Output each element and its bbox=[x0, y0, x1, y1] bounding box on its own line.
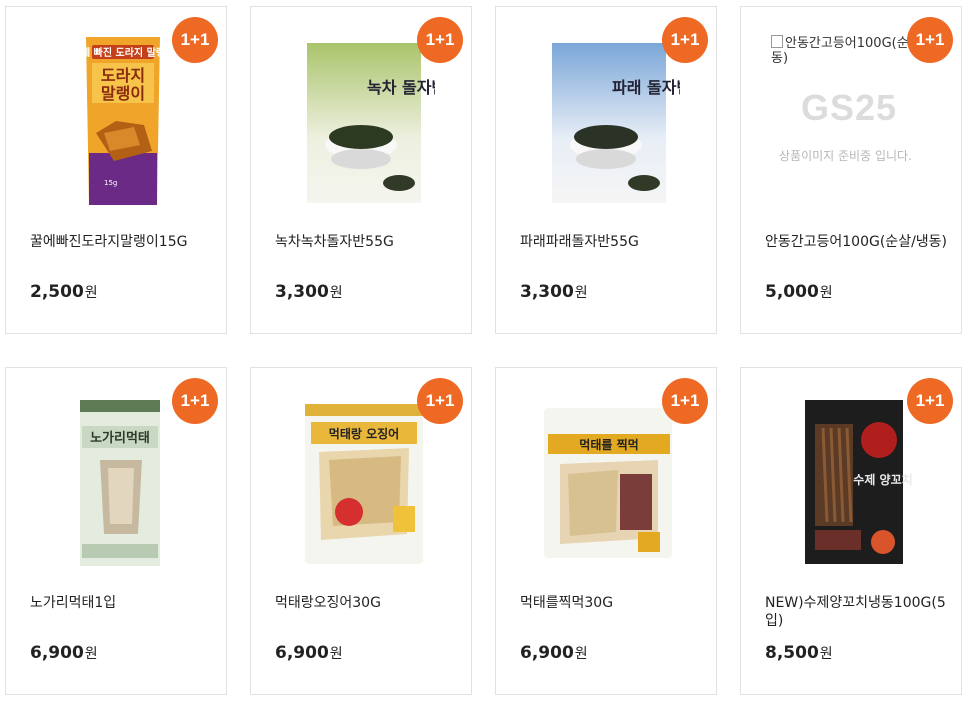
product-price: 3,300원 bbox=[275, 282, 343, 302]
price-unit: 원 bbox=[574, 646, 588, 662]
promo-badge: 1+1 bbox=[662, 378, 708, 424]
product-image[interactable]: 수제 양꼬치 bbox=[779, 394, 925, 566]
product-name[interactable]: 녹차녹차돌자반55G bbox=[275, 233, 457, 251]
product-price: 2,500원 bbox=[30, 282, 98, 302]
gs25-logo: GS25 bbox=[801, 87, 898, 128]
image-placeholder-text: 상품이미지 준비중 입니다. bbox=[779, 149, 912, 163]
pack-text: 먹태를 찍먹 bbox=[579, 437, 638, 452]
price-value: 6,900 bbox=[520, 643, 574, 663]
broken-image-icon bbox=[771, 35, 783, 48]
pack-text: 파래 돌자반 bbox=[612, 78, 680, 97]
price-unit: 원 bbox=[84, 285, 98, 301]
price-value: 6,900 bbox=[30, 643, 84, 663]
promo-badge: 1+1 bbox=[417, 17, 463, 63]
price-value: 5,000 bbox=[765, 282, 819, 302]
product-image[interactable]: 노가리먹태 bbox=[44, 394, 190, 566]
product-image[interactable]: 파래 돌자반 bbox=[534, 33, 680, 205]
pack-text: 수제 양꼬치 bbox=[853, 472, 912, 487]
product-name[interactable]: 먹태랑오징어30G bbox=[275, 594, 457, 612]
pack-text: 꿀에 빠진 도라지 말랭이 bbox=[72, 46, 174, 59]
product-price: 6,900원 bbox=[30, 643, 98, 663]
price-value: 8,500 bbox=[765, 643, 819, 663]
price-unit: 원 bbox=[574, 285, 588, 301]
product-name[interactable]: 노가리먹태1입 bbox=[30, 594, 212, 612]
product-card[interactable]: 먹태를 찍먹 1+1 먹태를찍먹30G 6,900원 bbox=[495, 367, 717, 695]
product-card[interactable]: 수제 양꼬치 1+1 NEW)수제양꼬치냉동100G(5입) 8,500원 bbox=[740, 367, 962, 695]
product-name[interactable]: 꿀에빠진도라지말랭이15G bbox=[30, 233, 212, 251]
promo-badge: 1+1 bbox=[907, 378, 953, 424]
product-card[interactable]: 파래 돌자반 1+1 파래파래돌자반55G 3,300원 bbox=[495, 6, 717, 334]
product-name[interactable]: 먹태를찍먹30G bbox=[520, 594, 702, 612]
product-card[interactable]: 먹태랑 오징어 1+1 먹태랑오징어30G 6,900원 bbox=[250, 367, 472, 695]
promo-badge: 1+1 bbox=[907, 17, 953, 63]
product-price: 6,900원 bbox=[275, 643, 343, 663]
product-price: 3,300원 bbox=[520, 282, 588, 302]
price-unit: 원 bbox=[819, 285, 833, 301]
product-image[interactable]: 먹태랑 오징어 bbox=[289, 394, 435, 566]
product-image[interactable]: 먹태를 찍먹 bbox=[534, 394, 680, 566]
pack-text: 노가리먹태 bbox=[90, 430, 150, 446]
product-image[interactable]: 녹차 돌자반 bbox=[289, 33, 435, 205]
product-price: 8,500원 bbox=[765, 643, 833, 663]
product-price: 5,000원 bbox=[765, 282, 833, 302]
promo-badge: 1+1 bbox=[662, 17, 708, 63]
price-unit: 원 bbox=[329, 646, 343, 662]
pack-text: 먹태랑 오징어 bbox=[329, 426, 399, 441]
price-value: 6,900 bbox=[275, 643, 329, 663]
product-card[interactable]: 녹차 돌자반 1+1 녹차녹차돌자반55G 3,300원 bbox=[250, 6, 472, 334]
product-card[interactable]: 노가리먹태 1+1 노가리먹태1입 6,900원 bbox=[5, 367, 227, 695]
price-unit: 원 bbox=[84, 646, 98, 662]
price-unit: 원 bbox=[819, 646, 833, 662]
product-card[interactable]: 꿀에 빠진 도라지 말랭이 도라지 말랭이 15g 1+1 꿀에빠진도라지말랭이… bbox=[5, 6, 227, 334]
product-name[interactable]: 안동간고등어100G(순살/냉동) bbox=[765, 233, 947, 251]
weight-text: 15g bbox=[104, 179, 117, 187]
product-card[interactable]: 안동간고등어100G(순살/냉동) GS25 상품이미지 준비중 입니다. 1+… bbox=[740, 6, 962, 334]
product-image[interactable]: 꿀에 빠진 도라지 말랭이 도라지 말랭이 15g bbox=[44, 33, 190, 205]
price-value: 3,300 bbox=[275, 282, 329, 302]
price-value: 3,300 bbox=[520, 282, 574, 302]
svg-text:도라지: 도라지 bbox=[101, 66, 145, 85]
product-price: 6,900원 bbox=[520, 643, 588, 663]
price-unit: 원 bbox=[329, 285, 343, 301]
product-name[interactable]: NEW)수제양꼬치냉동100G(5입) bbox=[765, 594, 947, 630]
promo-badge: 1+1 bbox=[417, 378, 463, 424]
product-name[interactable]: 파래파래돌자반55G bbox=[520, 233, 702, 251]
svg-text:말랭이: 말랭이 bbox=[101, 84, 145, 103]
price-value: 2,500 bbox=[30, 282, 84, 302]
promo-badge: 1+1 bbox=[172, 378, 218, 424]
pack-text: 녹차 돌자반 bbox=[367, 78, 435, 97]
promo-badge: 1+1 bbox=[172, 17, 218, 63]
